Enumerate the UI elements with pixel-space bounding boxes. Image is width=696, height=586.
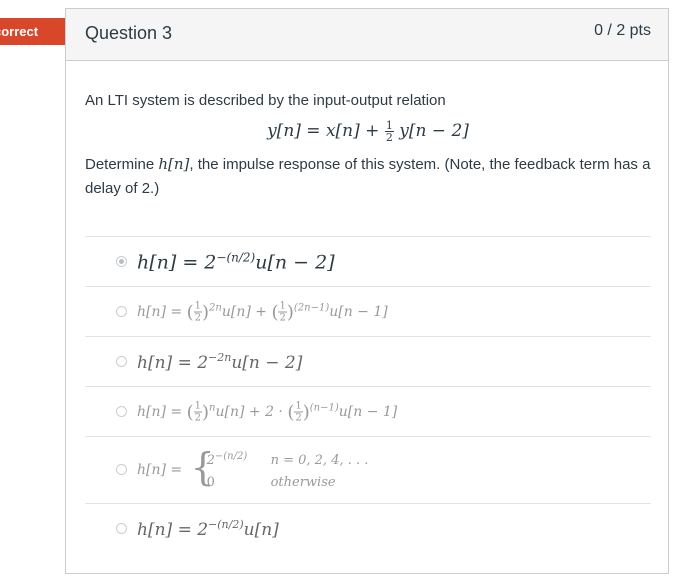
answer-option[interactable]: h[n] = { 2−(n/2) n = 0, 2, 4, . . . 0 othe… [85, 437, 651, 504]
radio-button[interactable] [116, 464, 127, 475]
question-title: Question 3 [85, 23, 173, 43]
formula-exponent: 2n [209, 301, 222, 313]
prompt-pre: Determine [85, 156, 159, 173]
question-intro: An LTI system is described by the input-… [85, 92, 446, 109]
formula-part: u[n] + 2 · [215, 403, 288, 420]
case-condition: otherwise [270, 475, 336, 491]
answer-option[interactable]: h[n] = 2−(n/2)u[n] [85, 504, 651, 554]
right-paren: ) [302, 401, 310, 423]
formula-part: u[n] + [221, 303, 272, 320]
left-paren: ( [186, 301, 194, 323]
left-paren: ( [271, 301, 279, 323]
prompt-variable: h[n] [158, 155, 190, 173]
fraction: 12 [193, 300, 202, 323]
question-text: An LTI system is described by the input-… [85, 91, 651, 201]
radio-button-selected[interactable] [116, 255, 127, 267]
question-points: 0 / 2 pts [594, 22, 651, 39]
formula-exponent: −(n/2) [214, 450, 248, 462]
fraction-denominator: 2 [194, 312, 201, 323]
fraction: 12 [278, 300, 287, 323]
formula-part: u[n − 2] [231, 352, 303, 373]
formula-exponent: (n−1) [309, 401, 339, 413]
formula-exponent: −2n [208, 350, 232, 364]
fraction-numerator: 1 [193, 300, 202, 312]
answer-formula: h[n] = (1 2)2nu[n] + (1 2)(2n−1)u[n − 1] [137, 300, 388, 323]
answer-option[interactable]: h[n] = 2−2nu[n − 2] [85, 337, 651, 387]
fraction-denominator: 2 [295, 412, 302, 423]
radio-button[interactable] [116, 523, 127, 534]
fraction-numerator: 1 [294, 400, 303, 412]
formula-part: h[n] = 2 [137, 251, 217, 274]
fraction-numerator: 1 [193, 400, 202, 412]
io-equation: y[n] = x[n] + 1 2 y[n − 2] [85, 116, 651, 146]
answer-formula: h[n] = (1 2)nu[n] + 2 · (1 2)(n−1)u[n − 1] [137, 400, 397, 423]
equation-rhs: y[n − 2] [399, 121, 469, 141]
formula-part: h[n] = 2 [137, 519, 209, 540]
answer-formula: h[n] = 2−2nu[n − 2] [137, 351, 302, 373]
question-card: Question 3 0 / 2 pts An LTI system is de… [65, 8, 669, 574]
fraction-numerator: 1 [278, 300, 287, 312]
answer-formula: h[n] = { 2−(n/2) n = 0, 2, 4, . . . 0 othe… [137, 446, 368, 494]
fraction: 12 [193, 400, 202, 423]
formula-exponent: −(n/2) [208, 518, 244, 532]
case-row: 0 otherwise [193, 472, 369, 494]
case-condition: n = 0, 2, 4, . . . [270, 453, 369, 469]
question-prompt: Determine h[n], the impulse response of … [85, 152, 651, 201]
formula-part: u[n − 1] [329, 303, 388, 320]
answer-list: h[n] = 2−(n/2)u[n − 2] h[n] = (1 2)2nu[n]… [85, 236, 651, 554]
answer-option[interactable]: h[n] = (1 2)2nu[n] + (1 2)(2n−1)u[n − 1] [85, 287, 651, 337]
case-row: 2−(n/2) n = 0, 2, 4, . . . [193, 446, 369, 472]
fraction-denominator: 2 [385, 131, 393, 144]
question-header: Question 3 0 / 2 pts [66, 9, 668, 61]
fraction-denominator: 2 [194, 412, 201, 423]
piecewise-cases: { 2−(n/2) n = 0, 2, 4, . . . 0 otherwise [190, 444, 369, 494]
left-paren: ( [186, 401, 194, 423]
formula-part: h[n] = 2 [137, 352, 209, 373]
equation-lhs: y[n] = x[n] + [267, 121, 385, 141]
right-paren: ) [202, 401, 210, 423]
right-paren: ) [286, 301, 294, 323]
fraction-denominator: 2 [279, 312, 286, 323]
formula-part: h[n] = [137, 462, 187, 479]
formula-part: u[n − 2] [255, 251, 335, 274]
left-brace: { [190, 444, 215, 489]
answer-formula: h[n] = 2−(n/2)u[n] [137, 518, 279, 540]
answer-formula: h[n] = 2−(n/2)u[n − 2] [137, 250, 335, 273]
formula-exponent: (2n−1) [293, 301, 330, 313]
answer-option[interactable]: h[n] = 2−(n/2)u[n − 2] [85, 237, 651, 287]
formula-part: h[n] = [137, 403, 187, 420]
formula-part: h[n] = [137, 303, 187, 320]
answer-option[interactable]: h[n] = (1 2)nu[n] + 2 · (1 2)(n−1)u[n − 1] [85, 387, 651, 437]
radio-button[interactable] [116, 405, 127, 417]
formula-part: u[n − 1] [338, 403, 398, 420]
radio-button[interactable] [116, 305, 127, 317]
equation-fraction: 1 2 [384, 120, 394, 144]
fraction: 12 [294, 400, 303, 423]
left-paren: ( [287, 401, 295, 423]
right-paren: ) [202, 301, 210, 323]
banner-label: correct [0, 24, 39, 39]
formula-part: u[n] [243, 519, 279, 540]
radio-button[interactable] [116, 355, 127, 367]
formula-exponent: −(n/2) [216, 249, 256, 264]
